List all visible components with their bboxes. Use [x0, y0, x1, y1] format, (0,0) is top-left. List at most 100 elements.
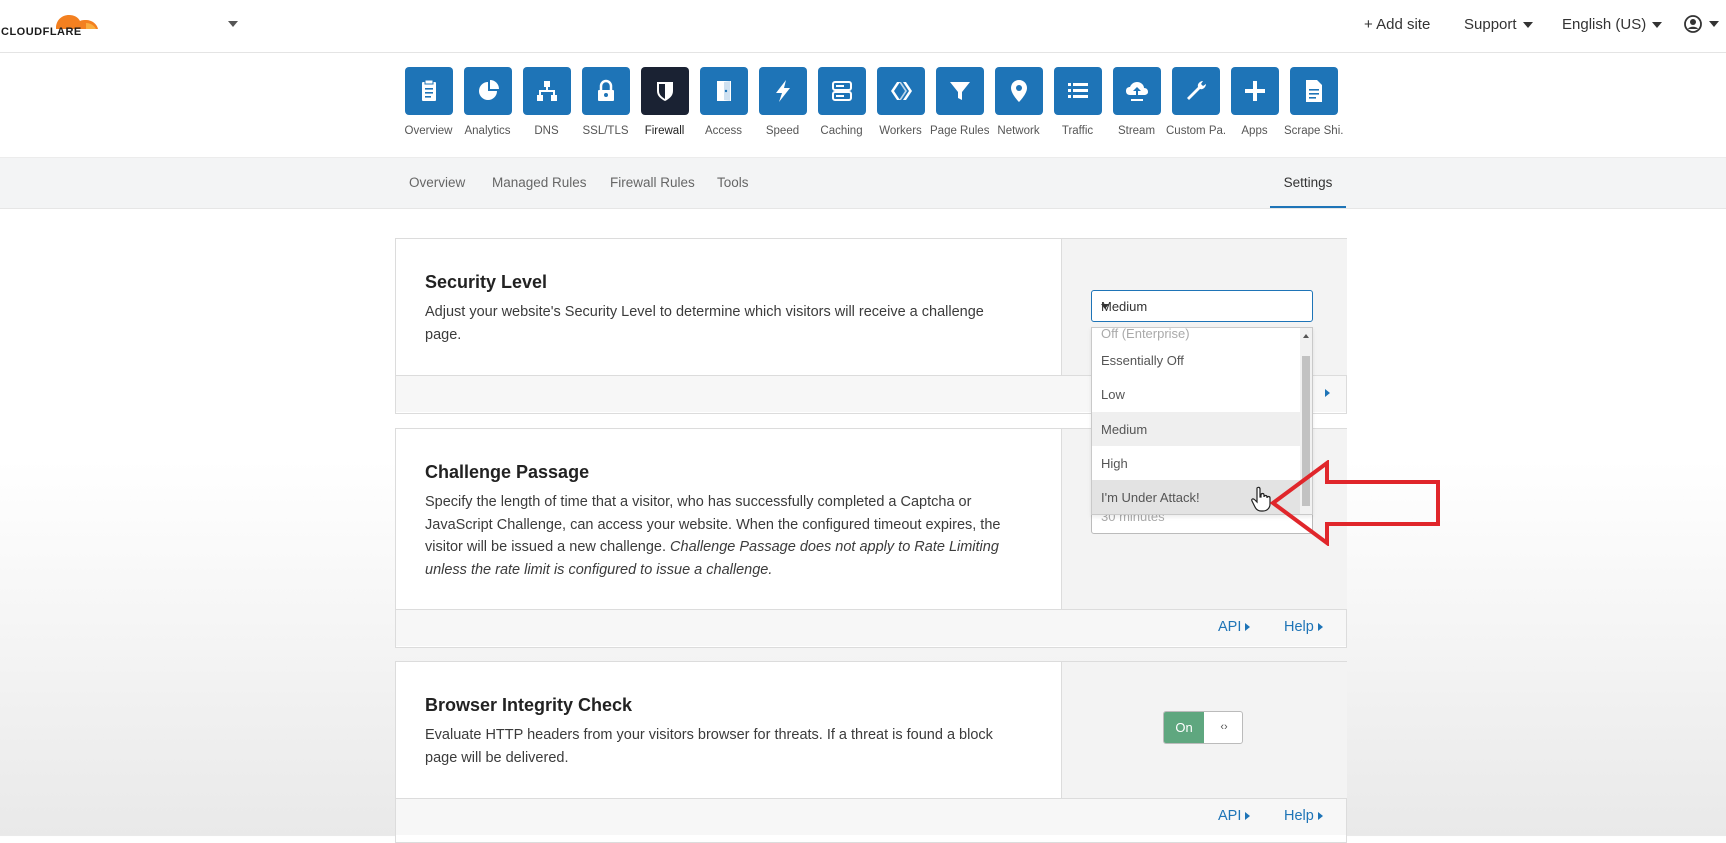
nav-analytics[interactable]: Analytics	[458, 67, 517, 137]
api-link[interactable]: API	[1218, 808, 1251, 824]
pie-chart-icon	[463, 67, 512, 115]
tab-firewall-rules[interactable]: Firewall Rules	[610, 175, 695, 190]
tab-settings[interactable]: Settings	[1270, 158, 1346, 208]
chevron-right-icon	[1245, 812, 1251, 821]
hand-pointer-icon	[1251, 486, 1271, 512]
add-site-link[interactable]: + Add site	[1364, 16, 1430, 33]
card-description: Specify the length of time that a visito…	[425, 491, 1015, 581]
nav-page-rules[interactable]: Page Rules	[930, 67, 989, 137]
option-essentially-off[interactable]: Essentially Off	[1092, 343, 1302, 377]
option-low[interactable]: Low	[1092, 377, 1302, 411]
nav-firewall[interactable]: Firewall	[635, 67, 694, 137]
nav-label: Page Rules	[930, 125, 989, 137]
chevron-right-icon	[1317, 812, 1323, 821]
nav-label: Stream	[1117, 125, 1156, 137]
chevron-down-icon	[1652, 22, 1663, 29]
workers-icon	[876, 67, 925, 115]
support-menu[interactable]: Support	[1464, 16, 1533, 33]
filter-icon	[935, 67, 984, 115]
shield-icon	[640, 67, 689, 115]
product-nav: Overview Analytics DNS SSL/TLS Firewall …	[399, 67, 1345, 147]
nav-caching[interactable]: Caching	[812, 67, 871, 137]
nav-label: Traffic	[1061, 125, 1094, 137]
nav-label: Workers	[879, 125, 922, 137]
nav-label: Overview	[404, 125, 453, 137]
card-content: Security Level Adjust your website's Sec…	[396, 239, 1061, 375]
lightning-icon	[758, 67, 807, 115]
nav-label: Analytics	[464, 125, 511, 137]
nav-traffic[interactable]: Traffic	[1048, 67, 1107, 137]
nav-label: Network	[997, 125, 1040, 137]
chevron-right-icon	[1245, 623, 1251, 632]
tab-overview[interactable]: Overview	[409, 175, 465, 190]
language-label: English (US)	[1562, 16, 1647, 33]
api-link-label: API	[1218, 619, 1242, 635]
nav-label: Custom Pa...	[1166, 125, 1225, 137]
card-title: Browser Integrity Check	[425, 695, 633, 715]
nav-network[interactable]: Network	[989, 67, 1048, 137]
option-medium[interactable]: Medium	[1092, 412, 1302, 446]
chevron-right-icon	[1325, 389, 1330, 397]
browser-integrity-card: Browser Integrity Check Evaluate HTTP he…	[395, 661, 1347, 843]
nav-access[interactable]: Access	[694, 67, 753, 137]
nav-scrape-shield[interactable]: Scrape Shi...	[1284, 67, 1343, 137]
nav-label: Scrape Shi...	[1284, 125, 1343, 137]
network-tree-icon	[522, 67, 571, 115]
option-label: I'm Under Attack!	[1101, 490, 1200, 505]
nav-label: Caching	[820, 125, 863, 137]
help-link-label: Help	[1284, 808, 1314, 824]
nav-label: Apps	[1241, 125, 1268, 137]
tab-managed-rules[interactable]: Managed Rules	[492, 175, 587, 190]
cloud-upload-icon	[1112, 67, 1161, 115]
toggle-handle-icon: ‹›	[1220, 721, 1228, 733]
card-description: Evaluate HTTP headers from your visitors…	[425, 727, 993, 766]
card-footer: API Help	[396, 798, 1346, 835]
top-bar: CLOUDFLARE + Add site Support English (U…	[0, 0, 1726, 53]
help-link-label: Help	[1284, 619, 1314, 635]
server-icon	[817, 67, 866, 115]
option-label: Off (Enterprise)	[1101, 327, 1190, 341]
nav-label: Access	[704, 125, 743, 137]
card-title: Challenge Passage	[425, 462, 590, 482]
clipboard-icon	[404, 67, 453, 115]
card-description: Adjust your website's Security Level to …	[425, 304, 984, 343]
card-title: Security Level	[425, 272, 548, 292]
list-icon	[1053, 67, 1102, 115]
card-footer: API Help	[396, 609, 1346, 646]
language-menu[interactable]: English (US)	[1562, 16, 1663, 33]
nav-label: SSL/TLS	[582, 125, 629, 137]
browser-integrity-toggle[interactable]: On ‹›	[1163, 711, 1243, 744]
security-level-select[interactable]: Medium	[1091, 290, 1313, 322]
user-icon	[1684, 15, 1702, 33]
nav-dns[interactable]: DNS	[517, 67, 576, 137]
chevron-right-icon	[1317, 623, 1323, 632]
option-label: High	[1101, 456, 1128, 471]
card-content: Challenge Passage Specify the length of …	[396, 429, 1061, 609]
toggle-on-state: On	[1164, 712, 1204, 743]
nav-custom-pages[interactable]: Custom Pa...	[1166, 67, 1225, 137]
nav-stream[interactable]: Stream	[1107, 67, 1166, 137]
brand-name: CLOUDFLARE	[1, 26, 82, 38]
chevron-down-icon	[1709, 21, 1719, 27]
option-off-enterprise[interactable]: Off (Enterprise)	[1092, 327, 1302, 341]
nav-speed[interactable]: Speed	[753, 67, 812, 137]
help-link[interactable]: Help	[1284, 619, 1323, 635]
document-icon	[1289, 67, 1338, 115]
api-link[interactable]: API	[1218, 619, 1251, 635]
nav-overview[interactable]: Overview	[399, 67, 458, 137]
account-dropdown-caret[interactable]	[228, 21, 238, 27]
user-menu[interactable]	[1683, 14, 1719, 34]
nav-workers[interactable]: Workers	[871, 67, 930, 137]
scroll-up-icon[interactable]	[1303, 334, 1309, 338]
lock-icon	[581, 67, 630, 115]
option-label: Medium	[1101, 422, 1148, 437]
card-content: Browser Integrity Check Evaluate HTTP he…	[396, 662, 1061, 798]
wrench-icon	[1171, 67, 1220, 115]
nav-apps[interactable]: Apps	[1225, 67, 1284, 137]
chevron-down-icon	[1101, 304, 1109, 309]
help-link[interactable]: Help	[1284, 808, 1323, 824]
nav-ssl-tls[interactable]: SSL/TLS	[576, 67, 635, 137]
location-pin-icon	[994, 67, 1043, 115]
firewall-subnav: Overview Managed Rules Firewall Rules To…	[0, 157, 1726, 209]
tab-tools[interactable]: Tools	[717, 175, 749, 190]
